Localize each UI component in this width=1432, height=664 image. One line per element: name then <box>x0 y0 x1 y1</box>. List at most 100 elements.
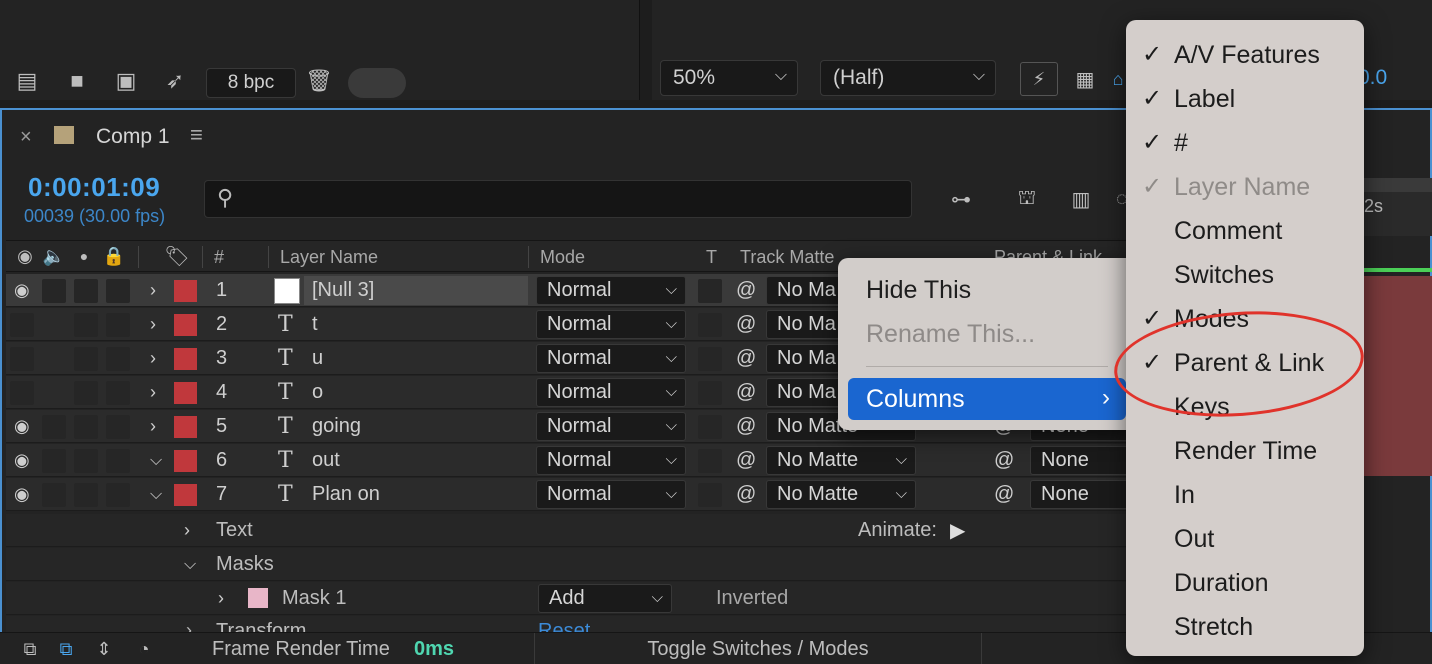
track-matte-select[interactable]: No Matte ⌵ <box>766 446 916 475</box>
solo-switch[interactable] <box>74 381 98 405</box>
submenu-item-duration[interactable]: Duration <box>1126 560 1364 604</box>
transfer-controls-icon[interactable]: ⧉ <box>54 637 78 661</box>
video-switch[interactable] <box>10 381 34 405</box>
chevron-right-icon[interactable]: › <box>186 620 192 632</box>
submenu-item-av-features[interactable]: ✓ A/V Features <box>1126 32 1364 76</box>
preserve-transparency-switch[interactable] <box>698 381 722 405</box>
chevron-down-icon[interactable]: ⌵ <box>150 478 162 511</box>
menu-item-hide-this[interactable]: Hide This <box>866 276 971 305</box>
audio-switch[interactable] <box>42 449 66 473</box>
chevron-right-icon[interactable]: › <box>184 514 190 547</box>
mode-select[interactable]: Normal ⌵ <box>536 276 686 305</box>
close-icon[interactable]: × <box>20 126 32 149</box>
submenu-item-stretch[interactable]: Stretch <box>1126 604 1364 648</box>
spiral-link-icon[interactable]: @ <box>736 478 756 511</box>
submenu-item-number[interactable]: ✓ # <box>1126 120 1364 164</box>
solo-switch[interactable] <box>74 449 98 473</box>
layer-duration-bars[interactable] <box>1364 276 1432 476</box>
label-color-swatch[interactable] <box>174 314 197 336</box>
chevron-down-icon[interactable]: ⌵ <box>150 444 162 477</box>
solo-switch[interactable] <box>74 313 98 337</box>
submenu-item-in[interactable]: In <box>1126 472 1364 516</box>
mode-select[interactable]: Normal ⌵ <box>536 378 686 407</box>
chevron-right-icon[interactable]: › <box>150 410 156 443</box>
pick-whip-icon[interactable]: @ <box>994 478 1014 511</box>
solo-switch[interactable] <box>74 347 98 371</box>
property-row-mask1[interactable]: › Mask 1 Add ⌵ Inverted <box>6 582 1130 615</box>
current-time-display[interactable]: 0:00:01:09 <box>28 172 160 203</box>
spiral-link-icon[interactable]: @ <box>736 342 756 375</box>
spiral-link-icon[interactable]: @ <box>736 376 756 409</box>
lock-switch[interactable] <box>106 449 130 473</box>
label-color-swatch[interactable] <box>174 280 197 302</box>
preserve-transparency-switch[interactable] <box>698 449 722 473</box>
composition-flowchart-icon[interactable]: ⊶ <box>944 182 978 216</box>
animate-label[interactable]: Animate: <box>858 514 937 547</box>
eye-icon[interactable]: ◉ <box>14 274 30 307</box>
property-row-text[interactable]: › Text Animate: ▶ <box>6 514 1130 547</box>
spiral-link-icon[interactable]: @ <box>736 444 756 477</box>
chevron-right-icon[interactable]: › <box>150 342 156 375</box>
new-composition-icon[interactable]: ▣ <box>108 66 144 96</box>
submenu-item-render-time[interactable]: Render Time <box>1126 428 1364 472</box>
audio-switch[interactable] <box>42 483 66 507</box>
parent-select[interactable]: None <box>1030 480 1140 509</box>
mask-visibility-switch[interactable] <box>102 587 126 611</box>
panel-menu-icon[interactable]: ≡ <box>190 122 203 148</box>
lock-switch[interactable] <box>106 313 130 337</box>
label-color-swatch[interactable] <box>174 382 197 404</box>
lock-switch[interactable] <box>106 279 130 303</box>
render-queue-icon[interactable]: ➶ <box>158 66 192 96</box>
transparency-grid-icon[interactable]: ▦ <box>1068 62 1102 96</box>
flowchart-toggle[interactable] <box>348 68 406 98</box>
spiral-link-icon[interactable]: @ <box>736 308 756 341</box>
track-matte-select[interactable]: No Matte ⌵ <box>766 480 916 509</box>
render-time-icon[interactable]: ◔ <box>130 637 158 661</box>
column-divider[interactable] <box>202 246 203 268</box>
column-t[interactable]: T <box>706 247 717 268</box>
lock-switch[interactable] <box>106 415 130 439</box>
column-divider[interactable] <box>138 246 139 268</box>
menu-item-columns[interactable]: Columns › <box>848 378 1126 420</box>
layer-row-7[interactable]: ◉ ⌵ 7 T Plan on Normal ⌵ @ No Matte ⌵ @ No… <box>6 478 1140 511</box>
timeline-tab[interactable]: × Comp 1 ≡ <box>14 122 214 156</box>
property-row-masks[interactable]: ⌵ Masks <box>6 548 1130 581</box>
label-color-swatch[interactable] <box>174 416 197 438</box>
reset-link[interactable]: Reset <box>538 620 590 632</box>
interpret-footage-icon[interactable]: ▤ <box>10 66 44 96</box>
mode-select[interactable]: Normal ⌵ <box>536 446 686 475</box>
preserve-transparency-switch[interactable] <box>698 415 722 439</box>
lock-switch[interactable] <box>106 381 130 405</box>
layer-switches-icon[interactable]: ⧉ <box>18 637 42 661</box>
toggle-switches-modes-button[interactable]: Toggle Switches / Modes <box>534 633 982 664</box>
solo-switch[interactable] <box>74 415 98 439</box>
parent-select[interactable]: None <box>1030 446 1140 475</box>
work-area-bar[interactable] <box>1364 268 1432 272</box>
mode-select[interactable]: Normal ⌵ <box>536 480 686 509</box>
chevron-right-icon[interactable]: › <box>218 582 224 615</box>
pick-whip-icon[interactable]: @ <box>994 444 1014 477</box>
lock-switch[interactable] <box>106 347 130 371</box>
spiral-link-icon[interactable]: @ <box>736 274 756 307</box>
label-color-swatch[interactable] <box>174 348 197 370</box>
eye-icon[interactable]: ◉ <box>14 444 30 477</box>
submenu-item-label[interactable]: ✓ Label <box>1126 76 1364 120</box>
fast-previews-icon[interactable]: ⚡ <box>1020 62 1058 96</box>
column-divider[interactable] <box>528 246 529 268</box>
submenu-item-out[interactable]: Out <box>1126 516 1364 560</box>
preserve-transparency-switch[interactable] <box>698 279 722 303</box>
layer-row-6[interactable]: ◉ ⌵ 6 T out Normal ⌵ @ No Matte ⌵ @ None <box>6 444 1140 477</box>
solo-switch[interactable] <box>74 483 98 507</box>
spiral-link-icon[interactable]: @ <box>736 410 756 443</box>
chevron-down-icon[interactable]: ⌵ <box>184 548 196 581</box>
animate-play-icon[interactable]: ▶ <box>950 514 965 547</box>
new-folder-icon[interactable]: ■ <box>60 66 94 96</box>
property-row-transform[interactable]: › Transform Reset <box>6 616 1130 632</box>
preserve-transparency-switch[interactable] <box>698 313 722 337</box>
audio-switch[interactable] <box>42 279 66 303</box>
frame-blending-icon[interactable]: ▥ <box>1064 182 1098 216</box>
time-ruler[interactable]: 2s <box>1364 178 1432 236</box>
mask-color-swatch[interactable] <box>248 588 268 608</box>
column-number[interactable]: # <box>214 247 224 268</box>
lock-switch[interactable] <box>106 483 130 507</box>
